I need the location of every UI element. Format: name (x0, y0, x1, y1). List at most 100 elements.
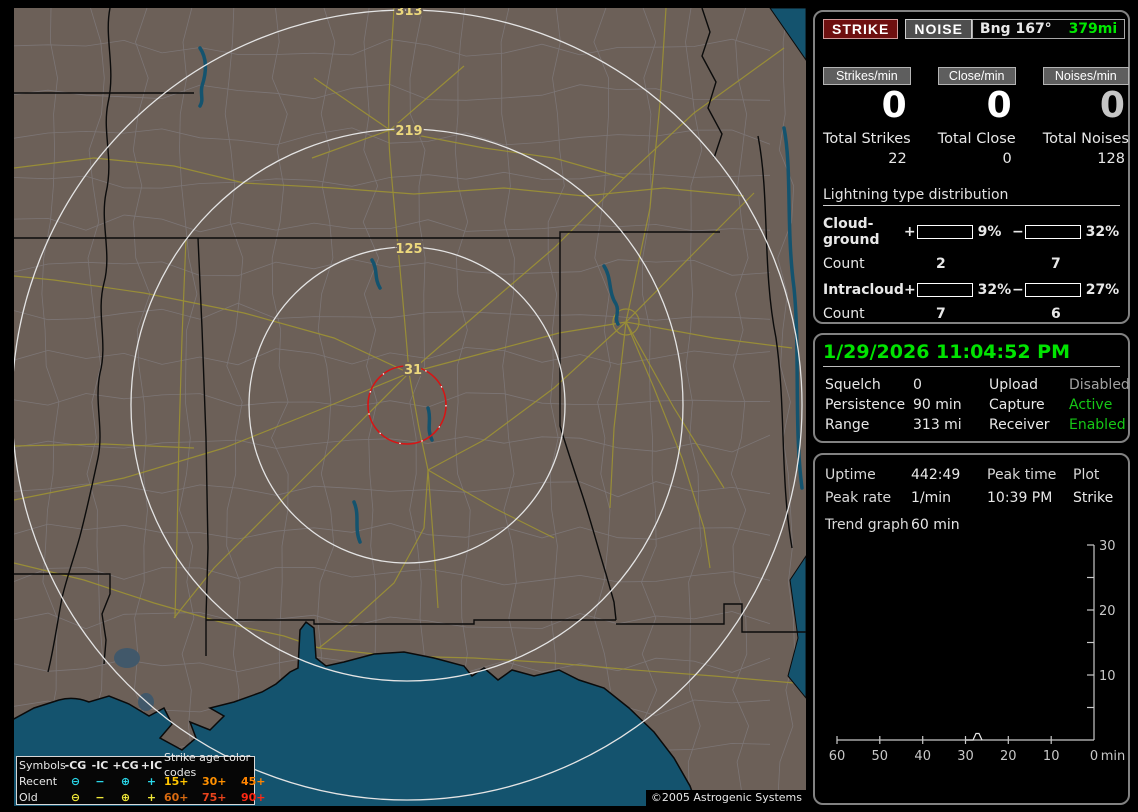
svg-text:60: 60 (829, 749, 846, 764)
pos-ic-recent-icon: + (146, 774, 157, 788)
age-45: 45+ (241, 774, 266, 788)
persistence-label: Persistence (825, 397, 906, 413)
ring-label-219: 219 (395, 124, 422, 139)
capture-label: Capture (989, 397, 1045, 413)
cloud-ground-label: Cloud-ground (823, 215, 880, 248)
legend-col-pos-cg: +CG (112, 758, 139, 772)
rate-counters: Strikes/min Close/min Noises/min 0 0 0 T… (815, 67, 1129, 167)
cg-positive-count: 2 (936, 255, 946, 272)
ring-label-31: 31 (404, 363, 422, 378)
ic-negative-pct: 27% (1085, 281, 1120, 298)
persistence-value: 90 min (913, 397, 962, 413)
svg-text:10: 10 (1043, 749, 1060, 764)
cg-negative-bar (1024, 224, 1081, 239)
legend-old-label: Old (19, 790, 38, 804)
cg-positive-pct: 9% (977, 223, 1002, 240)
ring-label-313: 313 (395, 8, 422, 19)
ic-negative-count: 6 (1051, 305, 1061, 322)
mode-button-row: STRIKE NOISE Bng 167° 379mi (823, 19, 1126, 39)
intracloud-count-row: Count 7 6 (823, 306, 1120, 322)
distribution-header: Lightning type distribution (823, 187, 1120, 206)
neg-cg-old-icon: ⊖ (70, 790, 81, 804)
total-strikes-label: Total Strikes (823, 130, 911, 147)
legend-col-pos-ic: +IC (140, 758, 163, 772)
trend-graph: 60 50 40 30 20 10 0 min 30 20 10 (829, 539, 1126, 764)
pos-cg-recent-icon: ⊕ (120, 774, 131, 788)
capture-status: Active (1069, 397, 1113, 413)
legend-col-neg-ic: -IC (91, 758, 109, 772)
neg-ic-recent-icon: − (95, 774, 105, 788)
bearing-value: Bng 167° (979, 21, 1052, 37)
squelch-label: Squelch (825, 377, 881, 393)
range-value: 313 mi (913, 417, 962, 433)
close-per-min-value: 0 (986, 85, 1012, 126)
ic-positive-bar (916, 282, 973, 297)
trend-axes (836, 544, 1095, 744)
svg-text:50: 50 (872, 749, 889, 764)
total-close-label: Total Close (937, 130, 1016, 147)
stats-panel: Uptime 442:49 Peak time Plot Peak rate 1… (813, 453, 1130, 805)
receiver-status: Enabled (1069, 417, 1126, 433)
strike-mode-button[interactable]: STRIKE (823, 19, 899, 39)
map-viewport[interactable]: 313 219 125 31 Symbols -CG -IC +CG +IC S… (14, 8, 806, 806)
age-75: 75+ (202, 790, 227, 804)
app-window: { "map": { "rings": [ {"label": "313"}, … (0, 0, 1138, 812)
bearing-range-value: 379mi (1068, 21, 1118, 37)
svg-text:0: 0 (1090, 749, 1098, 764)
cloud-ground-row: Cloud-ground + 9% − 32% (823, 216, 1120, 248)
svg-text:min: min (1101, 749, 1126, 764)
total-close-value: 0 (1002, 150, 1012, 167)
receiver-label: Receiver (989, 417, 1050, 433)
pos-ic-old-icon: + (146, 790, 157, 804)
noises-per-min-value: 0 (1099, 85, 1125, 126)
legend-recent-label: Recent (19, 774, 58, 788)
plus-sign: + (903, 281, 916, 298)
age-30: 30+ (202, 774, 227, 788)
svg-text:30: 30 (957, 749, 974, 764)
ic-positive-pct: 32% (977, 281, 1012, 298)
peak-rate-value: 1/min (911, 489, 952, 506)
ring-label-125: 125 (395, 242, 422, 257)
count-label: Count (823, 255, 865, 272)
trend-trace (966, 732, 983, 741)
strikes-per-min-chip[interactable]: Strikes/min (823, 67, 911, 85)
cg-negative-pct: 32% (1085, 223, 1120, 240)
map-svg: 313 219 125 31 (14, 8, 806, 806)
total-noises-label: Total Noises (1042, 130, 1129, 147)
total-noises-value: 128 (1097, 150, 1125, 167)
ic-negative-bar (1024, 282, 1081, 297)
upload-label: Upload (989, 377, 1039, 393)
total-strikes-value: 22 (888, 150, 907, 167)
uptime-value: 442:49 (911, 466, 961, 483)
stats-grid: Uptime 442:49 Peak time Plot Peak rate 1… (825, 463, 1120, 509)
close-per-min-chip[interactable]: Close/min (937, 67, 1016, 85)
datetime-divider (823, 366, 1120, 367)
bearing-readout: Bng 167° 379mi (971, 19, 1126, 39)
intracloud-label: Intracloud (823, 281, 904, 298)
squelch-value: 0 (913, 377, 922, 393)
uptime-label: Uptime (825, 466, 876, 483)
datetime-readout: 1/29/2026 11:04:52 PM (823, 341, 1070, 363)
legend-symbols-header: Symbols (19, 758, 66, 772)
ic-positive-count: 7 (936, 305, 946, 322)
counters-panel: STRIKE NOISE Bng 167° 379mi Strikes/min … (813, 10, 1130, 324)
svg-text:20: 20 (1099, 604, 1116, 619)
noises-per-min-chip[interactable]: Noises/min (1042, 67, 1129, 85)
intracloud-row: Intracloud + 32% − 27% (823, 282, 1120, 298)
cloud-ground-count-row: Count 2 7 (823, 256, 1120, 272)
svg-text:40: 40 (914, 749, 931, 764)
status-panel: 1/29/2026 11:04:52 PM Squelch 0 Upload D… (813, 333, 1130, 443)
status-grid: Squelch 0 Upload Disabled Persistence 90… (825, 375, 1130, 435)
plot-value: Strike (1073, 489, 1114, 506)
trend-x-labels: 60 50 40 30 20 10 0 min (829, 749, 1126, 764)
noise-mode-button[interactable]: NOISE (905, 19, 972, 39)
plus-sign: + (903, 223, 916, 240)
lake-pontchartrain (114, 648, 140, 668)
legend-col-neg-cg: -CG (64, 758, 87, 772)
age-90: 90+ (241, 790, 266, 804)
plot-label: Plot (1073, 466, 1100, 483)
cg-negative-count: 7 (1051, 255, 1061, 272)
pos-cg-old-icon: ⊕ (120, 790, 131, 804)
peak-time-label: Peak time (987, 466, 1057, 483)
minus-sign: − (1011, 223, 1024, 240)
